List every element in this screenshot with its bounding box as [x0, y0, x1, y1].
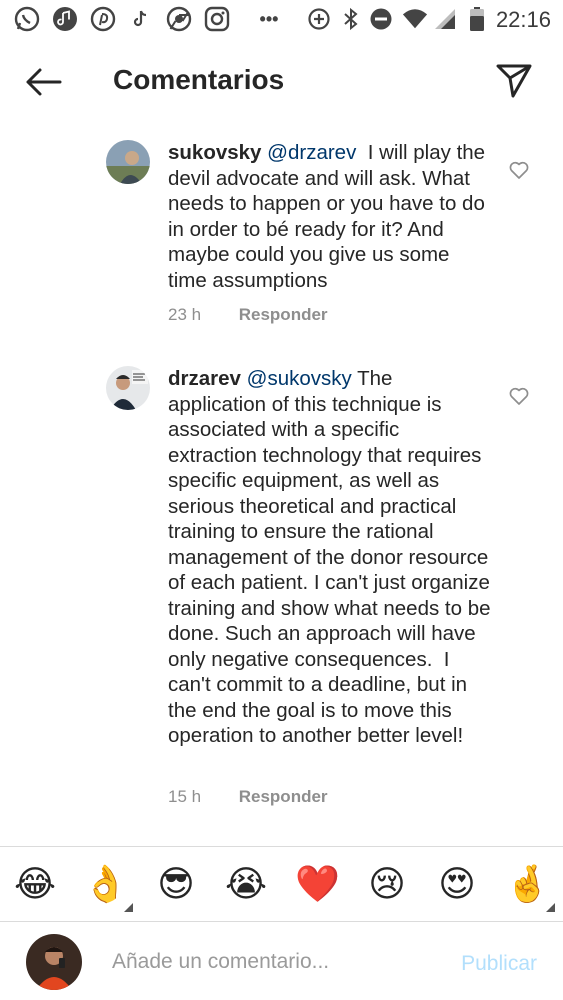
emoji-tears-of-joy[interactable]: 😂 [13, 863, 57, 907]
bluetooth-icon [338, 6, 364, 32]
emoji-crossed-fingers[interactable]: 🤞 [505, 863, 550, 907]
page-title: Comentarios [113, 64, 285, 95]
emoji-heart-eyes[interactable]: 😍 [435, 863, 479, 907]
battery-icon [464, 6, 490, 32]
like-button[interactable] [506, 158, 532, 182]
wifi-icon [402, 6, 428, 32]
share-button[interactable] [493, 60, 535, 102]
comment-time: 23 h [168, 305, 202, 324]
like-button[interactable] [506, 384, 532, 408]
avatar[interactable] [106, 366, 150, 410]
avatar[interactable] [106, 140, 150, 184]
comment-text: sukovsky @drzarev I will play the devil … [168, 140, 493, 293]
heart-icon [509, 161, 529, 179]
comment-mention[interactable]: @drzarev [267, 141, 356, 164]
comment-meta: 23 h Responder [168, 305, 328, 325]
back-button[interactable] [22, 62, 64, 102]
comment-input[interactable] [112, 944, 442, 980]
reply-button[interactable]: Responder [239, 787, 328, 806]
music-app-icon [52, 6, 78, 32]
do-not-disturb-icon [368, 6, 394, 32]
comment-content: The application of this technique is ass… [168, 367, 497, 747]
comment-username[interactable]: drzarev [168, 367, 241, 390]
pinterest-icon [90, 6, 116, 32]
send-icon [496, 64, 532, 98]
comment-text: drzarev @sukovsky The application of thi… [168, 366, 493, 749]
comment-username[interactable]: sukovsky [168, 141, 261, 164]
comment-time: 15 h [168, 787, 202, 806]
emoji-ok-hand[interactable]: 👌 [83, 863, 128, 907]
reply-button[interactable]: Responder [239, 305, 328, 324]
skin-tone-indicator-icon [546, 903, 555, 912]
more-notifications-icon: ••• [259, 8, 279, 29]
data-saver-icon [306, 6, 332, 32]
comment-composer: Publicar [0, 922, 563, 1000]
clock: 22:16 [495, 7, 551, 32]
header: Comentarios [0, 44, 563, 118]
comment-meta: 15 h Responder [168, 787, 328, 807]
instagram-icon [204, 6, 230, 32]
status-bar: ••• 22:16 [0, 0, 563, 38]
emoji-crying[interactable]: 😢 [365, 863, 409, 907]
heart-icon [509, 387, 529, 405]
emoji-loudly-crying[interactable]: 😭 [224, 863, 268, 907]
chrome-icon [166, 6, 192, 32]
comment-mention[interactable]: @sukovsky [247, 367, 352, 390]
publish-button[interactable]: Publicar [461, 952, 537, 976]
cell-signal-icon [432, 6, 458, 32]
current-user-avatar [26, 934, 82, 990]
emoji-bar: 😂 👌 😎 😭 ❤️ 😢 😍 🤞 [0, 847, 563, 921]
back-arrow-icon [26, 68, 62, 96]
emoji-sunglasses[interactable]: 😎 [154, 863, 198, 907]
emoji-red-heart[interactable]: ❤️ [295, 863, 340, 907]
whatsapp-icon [14, 6, 40, 32]
tiktok-icon [128, 6, 154, 32]
skin-tone-indicator-icon [124, 903, 133, 912]
